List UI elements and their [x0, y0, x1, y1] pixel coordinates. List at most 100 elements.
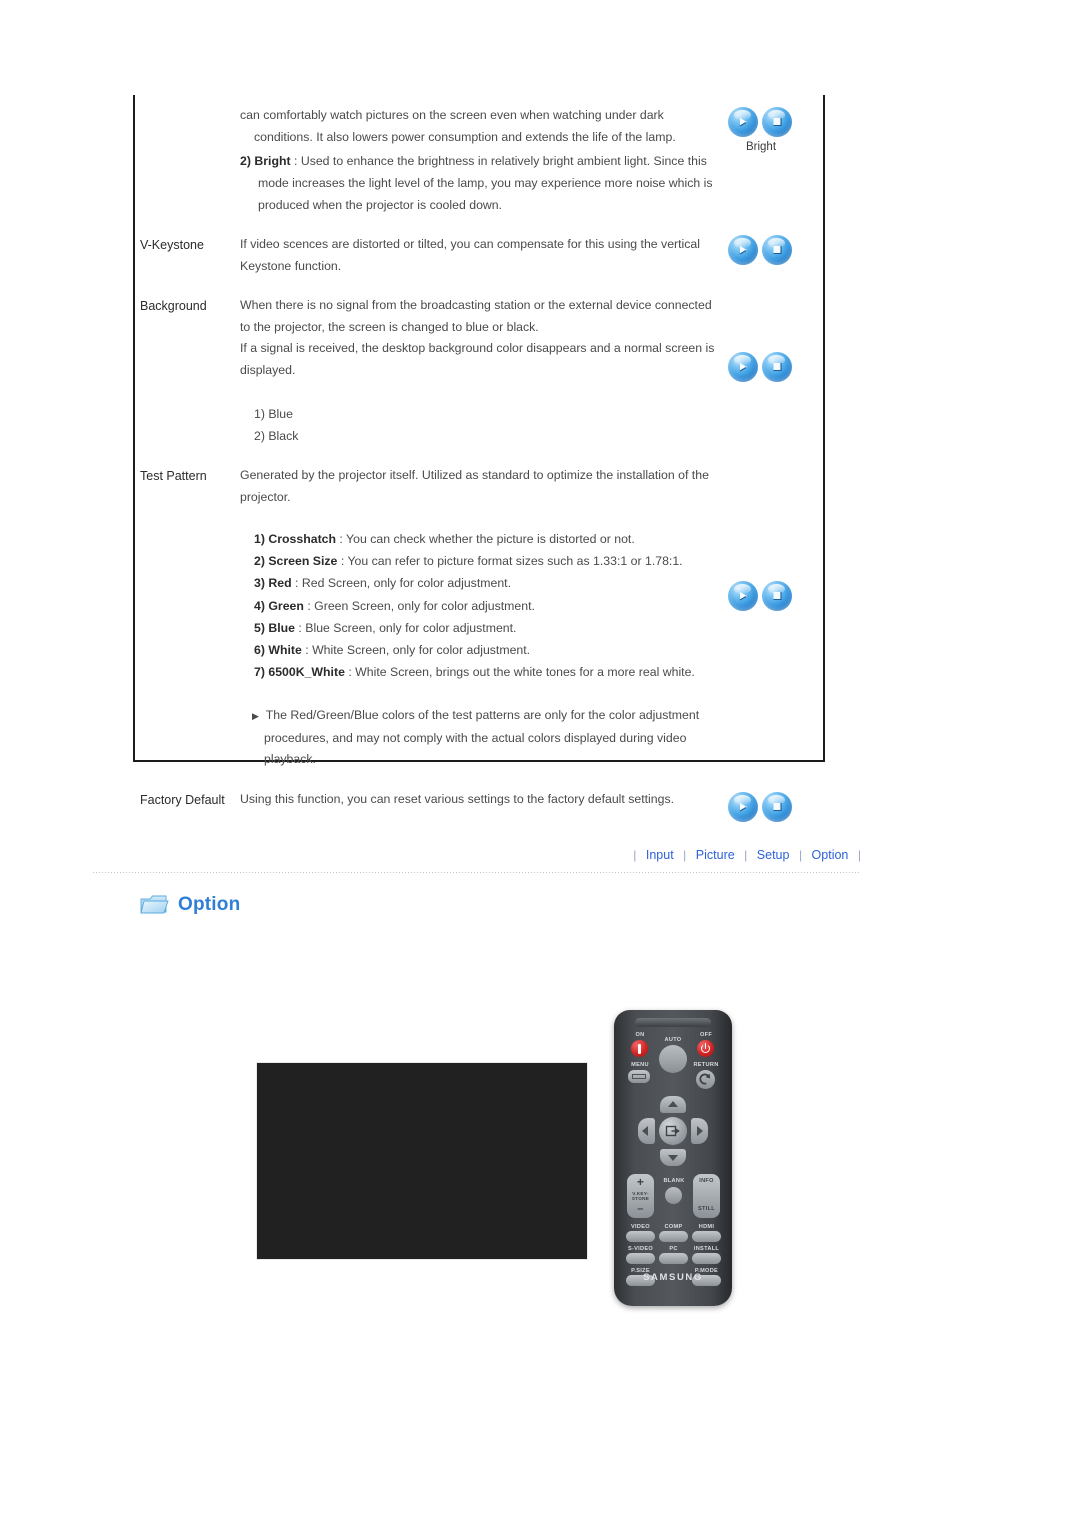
remote-label-still: STILL [697, 1206, 716, 1212]
remote-label-install: INSTALL [693, 1246, 720, 1252]
dpad-up-arrow-icon [668, 1101, 678, 1107]
nav-separator: | [857, 848, 861, 862]
row-icons [728, 789, 823, 822]
list-item: 1) Blue [254, 403, 722, 425]
return-enter-icon[interactable] [762, 235, 792, 265]
list-number: 2) [240, 154, 251, 168]
nav-item-input[interactable]: Input [640, 848, 680, 862]
return-enter-icon[interactable] [762, 352, 792, 382]
remote-label-hdmi: HDMI [698, 1224, 715, 1230]
page-title: Option [178, 893, 241, 915]
nav-divider [93, 872, 861, 873]
list-text: You can check whether the picture is dis… [346, 532, 635, 546]
note-block: ▶ The Red/Green/Blue colors of the test … [240, 705, 722, 771]
list-text: Blue [268, 407, 293, 421]
list-separator: : [336, 532, 347, 546]
list-item: 2) Black [254, 425, 722, 447]
list-item: 4) Green : Green Screen, only for color … [254, 595, 722, 617]
power-off-button[interactable] [697, 1040, 714, 1057]
list-text: Red Screen, only for color adjustment. [301, 576, 511, 591]
return-enter-icon[interactable] [762, 581, 792, 611]
list-text: White Screen, only for color adjustment. [312, 643, 531, 658]
list-number: 2) [254, 554, 265, 569]
hdmi-button[interactable] [692, 1231, 721, 1242]
play-arrow-icon[interactable] [728, 352, 758, 382]
remote-label-menu: MENU [631, 1062, 649, 1068]
list-term: Red [268, 576, 292, 591]
list-number: 2) [254, 429, 265, 443]
dpad-right-arrow-icon [697, 1126, 703, 1136]
nav-item-setup[interactable]: Setup [751, 848, 796, 862]
play-arrow-icon[interactable] [728, 791, 758, 822]
section-header: Option [140, 893, 240, 916]
dpad-left-arrow-icon [642, 1126, 648, 1136]
nav-item-picture[interactable]: Picture [690, 848, 741, 862]
note-text: The Red/Green/Blue colors of the test pa… [264, 708, 700, 767]
return-button[interactable] [696, 1070, 715, 1089]
list-text: Black [268, 429, 299, 443]
specification-table: can comfortably watch pictures on the sc… [133, 95, 825, 822]
install-button[interactable] [692, 1253, 721, 1264]
button-indicator-pair [728, 235, 794, 265]
play-arrow-icon[interactable] [728, 581, 758, 611]
list-term: 6500K_White [268, 665, 345, 680]
play-arrow-icon[interactable] [728, 235, 758, 265]
row-label: V-Keystone [140, 238, 204, 252]
remote-label-video: VIDEO [631, 1224, 650, 1230]
auto-button[interactable] [659, 1045, 687, 1073]
list-text: Blue Screen, only for color adjustment. [305, 620, 517, 635]
list-item: 2) Screen Size : You can refer to pictur… [254, 550, 722, 572]
remote-label-s-video: S-VIDEO [627, 1246, 654, 1252]
nav-separator: | [683, 848, 687, 862]
remote-label-blank: BLANK [663, 1178, 685, 1184]
row-icons: Bright [728, 105, 823, 216]
row-label: Test Pattern [140, 469, 207, 483]
row-icons [728, 295, 823, 447]
comp-button[interactable] [659, 1231, 688, 1242]
paragraph: Using this function, you can reset vario… [240, 791, 675, 806]
menu-button[interactable] [628, 1070, 650, 1083]
list-separator: : [290, 154, 301, 168]
row-label [135, 105, 240, 216]
remote-label-pc: PC [669, 1246, 678, 1252]
table-row: Background When there is no signal from … [135, 295, 823, 447]
table-row: V-Keystone If video scences are distorte… [135, 234, 823, 277]
nav-item-option[interactable]: Option [806, 848, 855, 862]
pc-button[interactable] [659, 1253, 688, 1264]
nav-separator: | [744, 848, 748, 862]
power-on-button[interactable] [631, 1040, 648, 1057]
list-text: You can refer to picture format sizes su… [347, 554, 683, 569]
return-enter-icon[interactable] [762, 791, 792, 822]
list-number: 7) [254, 665, 265, 680]
list-separator: : [344, 665, 356, 680]
table-row: can comfortably watch pictures on the sc… [135, 95, 823, 216]
blank-button[interactable] [665, 1187, 682, 1204]
row-body: When there is no signal from the broadca… [240, 295, 728, 447]
return-enter-icon[interactable] [762, 107, 792, 137]
keystone-minus-label: – [637, 1203, 644, 1215]
list-number: 5) [254, 620, 265, 635]
row-body: Using this function, you can reset vario… [240, 789, 728, 822]
row-icons [728, 234, 823, 277]
video-button[interactable] [626, 1231, 655, 1242]
osd-screenshot [256, 1062, 588, 1260]
navigation-dpad[interactable] [638, 1096, 708, 1166]
paragraph: If video scences are distorted or tilted… [240, 237, 701, 273]
paragraph: If a signal is received, the desktop bac… [240, 341, 715, 377]
source-enter-button[interactable] [659, 1117, 687, 1145]
remote-label-off: OFF [699, 1032, 713, 1038]
list-number: 3) [254, 576, 265, 591]
remote-control-image: ON AUTO OFF MENU RETURN + V.KEY- STONE –… [614, 1010, 732, 1306]
list-term: Crosshatch [268, 532, 337, 546]
list-number: 4) [254, 598, 265, 613]
dpad-down-arrow-icon [668, 1155, 678, 1161]
play-arrow-icon[interactable] [728, 107, 758, 137]
s-video-button[interactable] [626, 1253, 655, 1264]
list-number: 6) [254, 643, 265, 658]
icon-caption: Bright [745, 141, 777, 153]
row-body: If video scences are distorted or tilted… [240, 234, 728, 277]
row-icons [728, 465, 823, 771]
list-text: Used to enhance the brightness in relati… [258, 154, 713, 212]
paragraph: When there is no signal from the broadca… [240, 298, 712, 334]
remote-label-auto: AUTO [664, 1037, 682, 1043]
